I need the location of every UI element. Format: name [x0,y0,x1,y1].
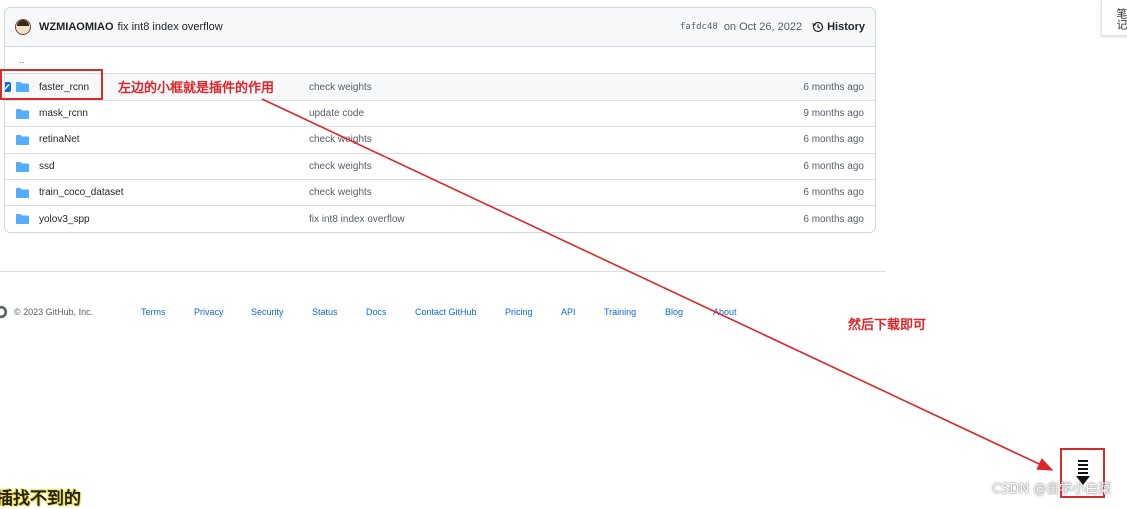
file-name[interactable]: yolov3_spp [39,214,90,225]
commit-date: on Oct 26, 2022 [723,21,803,33]
checkbox-highlight-box [0,69,103,100]
notes-side-tab[interactable]: 笔记 [1101,0,1127,36]
history-icon [812,21,824,33]
history-label: History [827,21,865,33]
file-commit-message[interactable]: update code [309,108,364,119]
file-commit-message[interactable]: fix int8 index overflow [309,214,405,225]
file-name[interactable]: train_coco_dataset [39,187,124,198]
bottom-caption: 插找不到的 [0,489,81,509]
footer-link-about[interactable]: About [713,307,737,317]
commit-message[interactable]: fix int8 index overflow [118,21,223,33]
footer-divider [0,271,886,272]
watermark: CSDN @自学小白菜 [992,482,1112,497]
file-row[interactable]: retinaNet check weights 6 months ago [5,126,875,152]
file-browser: WZMIAOMIAO fix int8 index overflow fafdc… [4,7,876,233]
file-row[interactable]: train_coco_dataset check weights 6 month… [5,178,875,205]
file-name[interactable]: retinaNet [39,134,80,145]
checkbox-annotation: 左边的小框就是插件的作用 [118,81,275,96]
file-age: 6 months ago [803,81,864,93]
file-row[interactable]: yolov3_spp fix int8 index overflow 6 mon… [5,205,875,231]
footer-link-contact[interactable]: Contact GitHub [415,307,477,317]
file-name[interactable]: ssd [39,161,55,172]
file-row[interactable]: ssd check weights 6 months ago [5,152,875,179]
folder-icon [16,161,29,172]
footer-link-terms[interactable]: Terms [141,307,166,317]
file-name[interactable]: mask_rcnn [39,108,88,119]
folder-icon [16,214,29,225]
footer-link-status[interactable]: Status [312,307,338,317]
footer-link-docs[interactable]: Docs [366,307,387,317]
footer-link-privacy[interactable]: Privacy [194,307,224,317]
commit-meta: fafdc48 on Oct 26, 2022 History [680,21,865,33]
file-age: 6 months ago [803,213,864,225]
file-age: 6 months ago [803,134,864,146]
parent-directory-row[interactable]: .. [5,47,875,73]
footer-link-security[interactable]: Security [251,307,284,317]
footer-link-training[interactable]: Training [604,307,636,317]
parent-directory-link[interactable]: .. [19,55,25,66]
footer-link-blog[interactable]: Blog [665,307,683,317]
file-age: 6 months ago [803,160,864,172]
file-row[interactable]: mask_rcnn update code 9 months ago [5,99,875,126]
file-commit-message[interactable]: check weights [309,161,372,172]
folder-icon [16,108,29,119]
latest-commit-bar: WZMIAOMIAO fix int8 index overflow fafdc… [5,8,875,47]
file-commit-message[interactable]: check weights [309,187,372,198]
folder-icon [16,135,29,146]
history-button[interactable]: History [812,21,865,33]
author-avatar[interactable] [15,19,31,35]
file-age: 9 months ago [803,107,864,119]
folder-icon [16,187,29,198]
commit-sha[interactable]: fafdc48 [680,22,718,32]
file-age: 6 months ago [803,187,864,199]
download-annotation: 然后下载即可 [848,318,927,333]
file-commit-message[interactable]: check weights [309,82,372,93]
commit-author[interactable]: WZMIAOMIAO [39,21,114,33]
footer-link-pricing[interactable]: Pricing [505,307,533,317]
footer-copyright: © 2023 GitHub, Inc. [14,307,94,317]
github-logo-icon[interactable] [0,305,8,319]
footer-link-api[interactable]: API [561,307,576,317]
file-commit-message[interactable]: check weights [309,134,372,145]
